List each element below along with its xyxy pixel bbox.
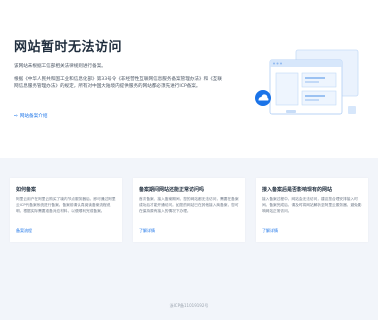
website-illustration — [255, 49, 359, 115]
card-title: 如何备案 — [16, 187, 37, 193]
top-section: 网站暂时无法访问 该网站未根据工信部相关法律规则进行备案。 根据《中华人民共和国… — [0, 0, 378, 158]
card-title: 备案期间网站还能正常访问吗 — [139, 187, 205, 193]
regulation-text: 根据《中华人民共和国工业和信息化部》第33号令《非经营性互联网信息服务备案管理办… — [14, 77, 222, 89]
faq-card-access-during-filing: 备案期间网站还能正常访问吗 首次备案、接入备案期间，您的网站都无法访问，需要在备… — [133, 178, 245, 242]
notice-text: 该网站未根据工信部相关法律规则进行备案。 — [14, 64, 106, 69]
page-title: 网站暂时无法访问 — [14, 40, 123, 55]
card-title: 接入备案后是否影响现有的网站 — [262, 187, 333, 193]
faq-card-how-to-file: 如何备案 阿里云用户在阿里云购买了境内节点服务器后，即可通过阿里云ICP代备案系… — [10, 178, 122, 242]
faq-card-access-filing-impact: 接入备案后是否影响现有的网站 接入备案过程中，网站会无法访问，建议您合理安排接入… — [256, 178, 368, 242]
card-link[interactable]: 了解详情 — [139, 228, 155, 234]
card-link[interactable]: 备案流程 — [16, 228, 32, 234]
card-body: 接入备案过程中，网站会无法访问，建议您合理安排接入时间。备案完成后，请及时将网站… — [262, 197, 362, 213]
footer-icp-number[interactable]: 浙ICP备11019192号 — [0, 303, 378, 309]
filing-intro-link[interactable]: ⇨ 网站备案介绍 — [14, 113, 47, 119]
filing-intro-link-label: 网站备案介绍 — [19, 114, 48, 119]
card-body: 阿里云用户在阿里云购买了境内节点服务器后，即可通过阿里云ICP代备案系统进行备案… — [16, 197, 116, 213]
card-link[interactable]: 了解详情 — [262, 228, 278, 234]
arrow-right-icon: ⇨ — [14, 114, 18, 119]
card-body: 首次备案、接入备案期间，您的网站都无法访问，需要在备案成功后才能开通访问。如您的… — [139, 197, 239, 213]
